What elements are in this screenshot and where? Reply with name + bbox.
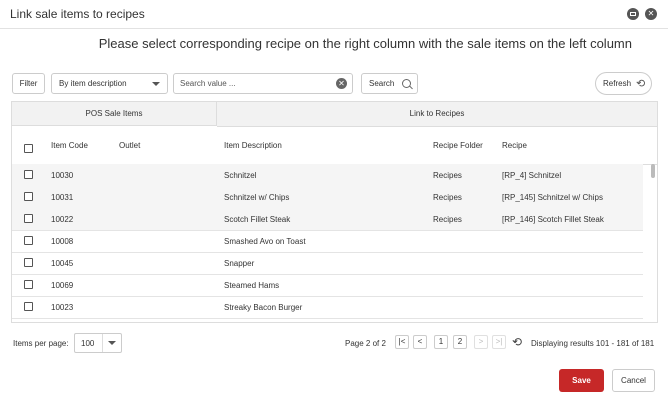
link-sale-items-dialog: Link sale items to recipes ✕ Please sele… — [0, 0, 668, 402]
cell-item-description: Schnitzel — [224, 171, 257, 180]
table-row[interactable]: 10045 Snapper — [12, 252, 643, 275]
column-header-item-code[interactable]: Item Code — [51, 141, 88, 150]
first-page-button[interactable]: |< — [395, 335, 409, 349]
row-checkbox[interactable] — [24, 258, 33, 267]
sale-items-grid: POS Sale Items Link to Recipes Item Code… — [11, 101, 658, 323]
items-per-page-value: 100 — [81, 339, 95, 348]
chevron-down-icon — [108, 341, 116, 345]
cell-item-description: Scotch Fillet Steak — [224, 215, 291, 224]
cell-recipe[interactable]: [RP_146] Scotch Fillet Steak — [502, 215, 604, 224]
grid-scrollbar[interactable] — [649, 164, 657, 322]
cell-recipe-folder: Recipes — [433, 193, 462, 202]
cell-recipe-folder: Recipes — [433, 215, 462, 224]
column-header-recipe-folder[interactable]: Recipe Folder — [433, 141, 483, 150]
instructions-text: Please select corresponding recipe on th… — [98, 36, 632, 51]
search-button[interactable]: Search — [361, 73, 418, 94]
filter-by-select[interactable]: By item description — [51, 73, 168, 94]
select-divider — [102, 334, 103, 352]
save-button[interactable]: Save — [559, 369, 604, 392]
column-header-item-description[interactable]: Item Description — [224, 141, 282, 150]
cell-item-code: 10045 — [51, 259, 74, 268]
table-row[interactable]: 10030 Schnitzel Recipes [RP_4] Schnitzel — [12, 164, 643, 187]
row-checkbox[interactable] — [24, 214, 33, 223]
page-button-1[interactable]: 1 — [434, 335, 448, 349]
chevron-down-icon — [152, 82, 160, 86]
search-button-label: Search — [369, 79, 395, 88]
refresh-icon: ⟲ — [636, 78, 646, 90]
group-header-link-to-recipes: Link to Recipes — [217, 102, 657, 127]
cell-item-description: Steamed Hams — [224, 281, 280, 290]
cancel-button[interactable]: Cancel — [612, 369, 655, 392]
cell-item-code: 10022 — [51, 215, 74, 224]
group-header-pos-sale-items: POS Sale Items — [12, 102, 217, 126]
filter-by-value: By item description — [59, 79, 127, 88]
close-window-icon[interactable]: ✕ — [645, 8, 657, 20]
items-per-page-label: Items per page: — [13, 339, 69, 348]
search-input[interactable]: Search value ... ✕ — [173, 73, 353, 94]
cell-recipe[interactable]: [RP_4] Schnitzel — [502, 171, 561, 180]
cell-item-description: Snapper — [224, 259, 255, 268]
refresh-button[interactable]: Refresh ⟲ — [595, 72, 652, 95]
cell-recipe[interactable]: [RP_145] Schnitzel w/ Chips — [502, 193, 603, 202]
page-button-2[interactable]: 2 — [453, 335, 467, 349]
row-checkbox[interactable] — [24, 192, 33, 201]
select-all-checkbox[interactable] — [24, 144, 33, 153]
cell-item-code: 10030 — [51, 171, 74, 180]
filter-button[interactable]: Filter — [12, 73, 45, 94]
table-row[interactable]: 10022 Scotch Fillet Steak Recipes [RP_146] … — [12, 208, 643, 231]
table-row[interactable]: 10069 Steamed Hams — [12, 274, 643, 297]
column-header-recipe[interactable]: Recipe — [502, 141, 527, 150]
cell-item-code: 10031 — [51, 193, 74, 202]
row-checkbox[interactable] — [24, 280, 33, 289]
items-per-page-select[interactable]: 100 — [74, 333, 122, 353]
scrollbar-thumb[interactable] — [651, 164, 655, 178]
search-placeholder: Search value ... — [180, 79, 236, 88]
last-page-button[interactable]: >| — [492, 335, 506, 349]
refresh-button-label: Refresh — [603, 79, 632, 88]
clear-search-icon[interactable]: ✕ — [336, 78, 347, 89]
cell-item-description: Streaky Bacon Burger — [224, 303, 303, 312]
row-checkbox[interactable] — [24, 236, 33, 245]
cell-recipe-folder: Recipes — [433, 171, 462, 180]
search-icon — [402, 79, 411, 88]
previous-page-button[interactable]: < — [413, 335, 427, 349]
dialog-title: Link sale items to recipes — [10, 7, 145, 21]
table-row[interactable]: 10023 Streaky Bacon Burger — [12, 296, 643, 319]
page-indicator: Page 2 of 2 — [345, 339, 386, 348]
cell-item-code: 10023 — [51, 303, 74, 312]
dialog-titlebar: Link sale items to recipes ✕ — [0, 0, 668, 29]
restore-window-icon[interactable] — [627, 8, 639, 20]
cell-item-code: 10069 — [51, 281, 74, 290]
table-row[interactable]: 10031 Schnitzel w/ Chips Recipes [RP_145] S… — [12, 186, 643, 209]
row-checkbox[interactable] — [24, 170, 33, 179]
reload-icon[interactable]: ⟲ — [512, 335, 522, 349]
table-row[interactable]: 10008 Smashed Avo on Toast — [12, 230, 643, 253]
column-header-row: Item Code Outlet Item Description Recipe… — [12, 126, 657, 165]
cell-item-description: Schnitzel w/ Chips — [224, 193, 290, 202]
cell-item-code: 10008 — [51, 237, 74, 246]
column-header-outlet[interactable]: Outlet — [119, 141, 140, 150]
cell-item-description: Smashed Avo on Toast — [224, 237, 306, 246]
row-checkbox[interactable] — [24, 302, 33, 311]
next-page-button[interactable]: > — [474, 335, 488, 349]
results-display: Displaying results 101 - 181 of 181 — [531, 339, 655, 348]
